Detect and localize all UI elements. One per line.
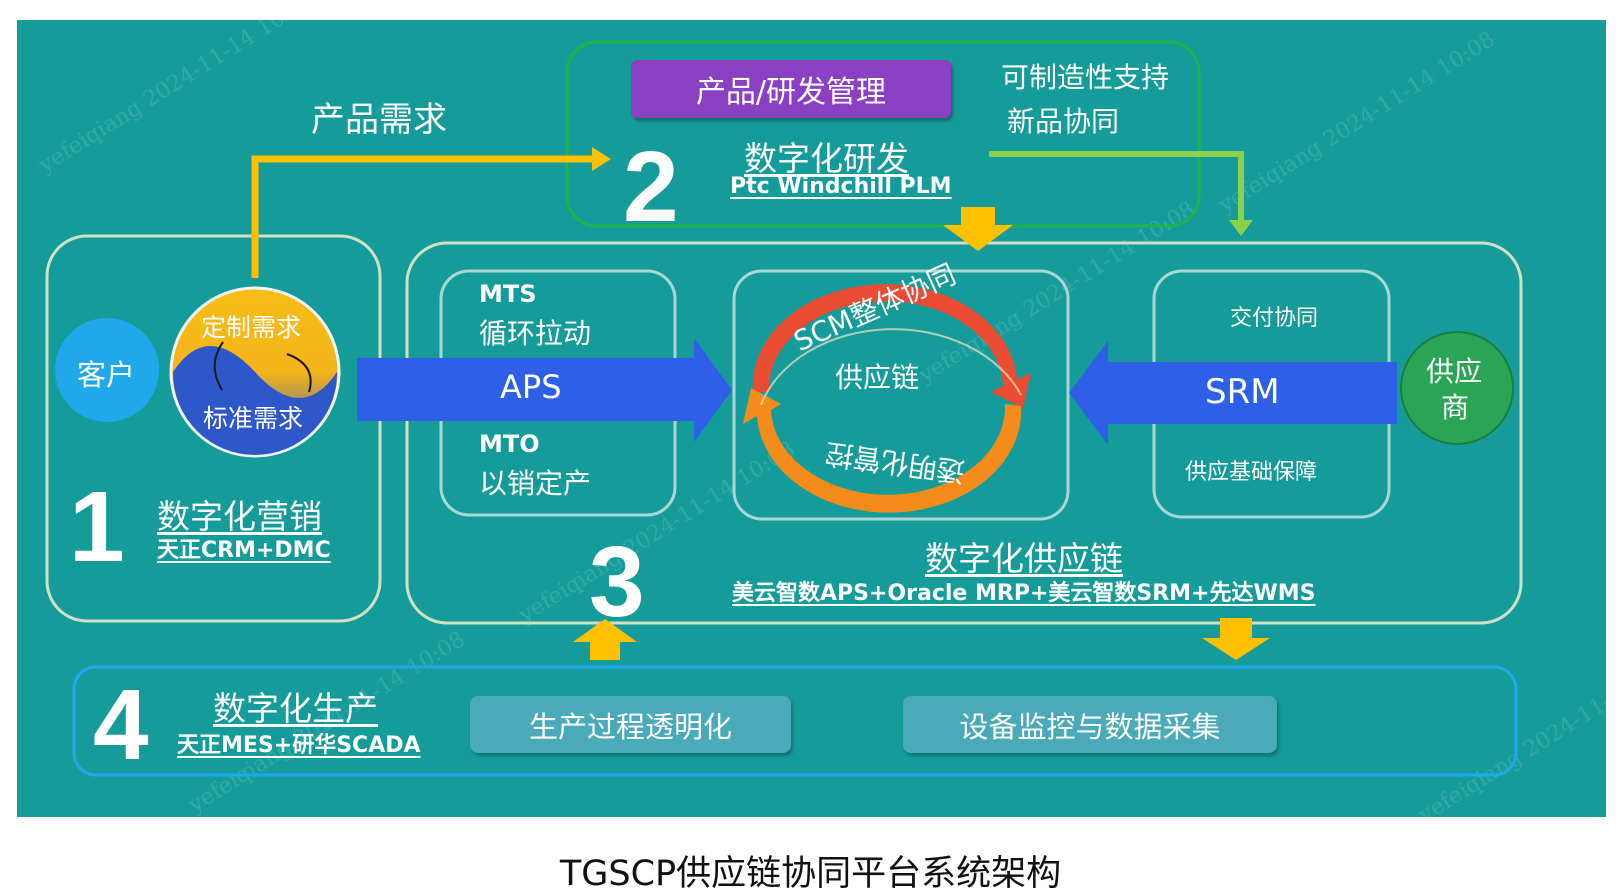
- production-transparency-label: 生产过程透明化: [528, 709, 732, 744]
- marketing-title: 数字化营销: [157, 497, 322, 536]
- diagram-caption: TGSCP供应链协同平台系统架构: [559, 854, 1062, 894]
- rd-subtitle: Ptc Windchill PLM: [730, 174, 952, 199]
- mts-desc: 循环拉动: [479, 317, 592, 350]
- new-product-note: 新品协同: [1007, 105, 1120, 138]
- marketing-subtitle: 天正CRM+DMC: [157, 538, 331, 563]
- section-number-2: 2: [623, 131, 679, 243]
- equipment-monitoring-pill: 设备监控与数据采集: [903, 696, 1277, 753]
- product-demand-label: 产品需求: [311, 100, 447, 140]
- mto-desc: 以销定产: [479, 467, 592, 500]
- supply-chain-title: 数字化供应链: [925, 539, 1123, 578]
- production-title: 数字化生产: [213, 689, 378, 728]
- mts-title: MTS: [479, 280, 537, 308]
- production-transparency-pill: 生产过程透明化: [470, 696, 791, 753]
- supply-base-label: 供应基础保障: [1185, 460, 1318, 485]
- srm-label: SRM: [1205, 372, 1280, 412]
- production-subtitle: 天正MES+研华SCADA: [177, 733, 421, 758]
- rd-to-srm-arrow: [989, 151, 1244, 220]
- delivery-label: 交付协同: [1230, 306, 1319, 331]
- architecture-panel: yefeiqiang 2024-11-14 10:08 yefeiqiang 2…: [17, 20, 1606, 817]
- rd-management-label: 产品/研发管理: [695, 75, 887, 110]
- rd-title: 数字化研发: [744, 139, 909, 178]
- product-demand-arrowhead: [592, 147, 611, 171]
- rd-management-pill: 产品/研发管理: [631, 60, 951, 118]
- supply-chain-subtitle: 美云智数APS+Oracle MRP+美云智数SRM+先达WMS: [732, 581, 1316, 606]
- section-number-1: 1: [69, 471, 125, 583]
- supplier-label-line2: 商: [1441, 391, 1470, 424]
- custom-demand-label: 定制需求: [201, 313, 302, 342]
- rd-to-srm-arrowhead: [1229, 220, 1253, 236]
- aps-label: APS: [500, 368, 562, 406]
- standard-demand-label: 标准需求: [203, 404, 304, 433]
- mto-title: MTO: [479, 430, 540, 458]
- manufacturability-note: 可制造性支持: [1001, 61, 1170, 94]
- supply-chain-center-label: 供应链: [835, 361, 920, 394]
- product-demand-arrow: [251, 155, 592, 278]
- section-number-3: 3: [589, 526, 645, 638]
- customer-label: 客户: [77, 358, 136, 392]
- supplier-label-line1: 供应: [1426, 355, 1483, 388]
- equipment-monitoring-label: 设备监控与数据采集: [959, 709, 1221, 744]
- section-number-4: 4: [93, 669, 149, 781]
